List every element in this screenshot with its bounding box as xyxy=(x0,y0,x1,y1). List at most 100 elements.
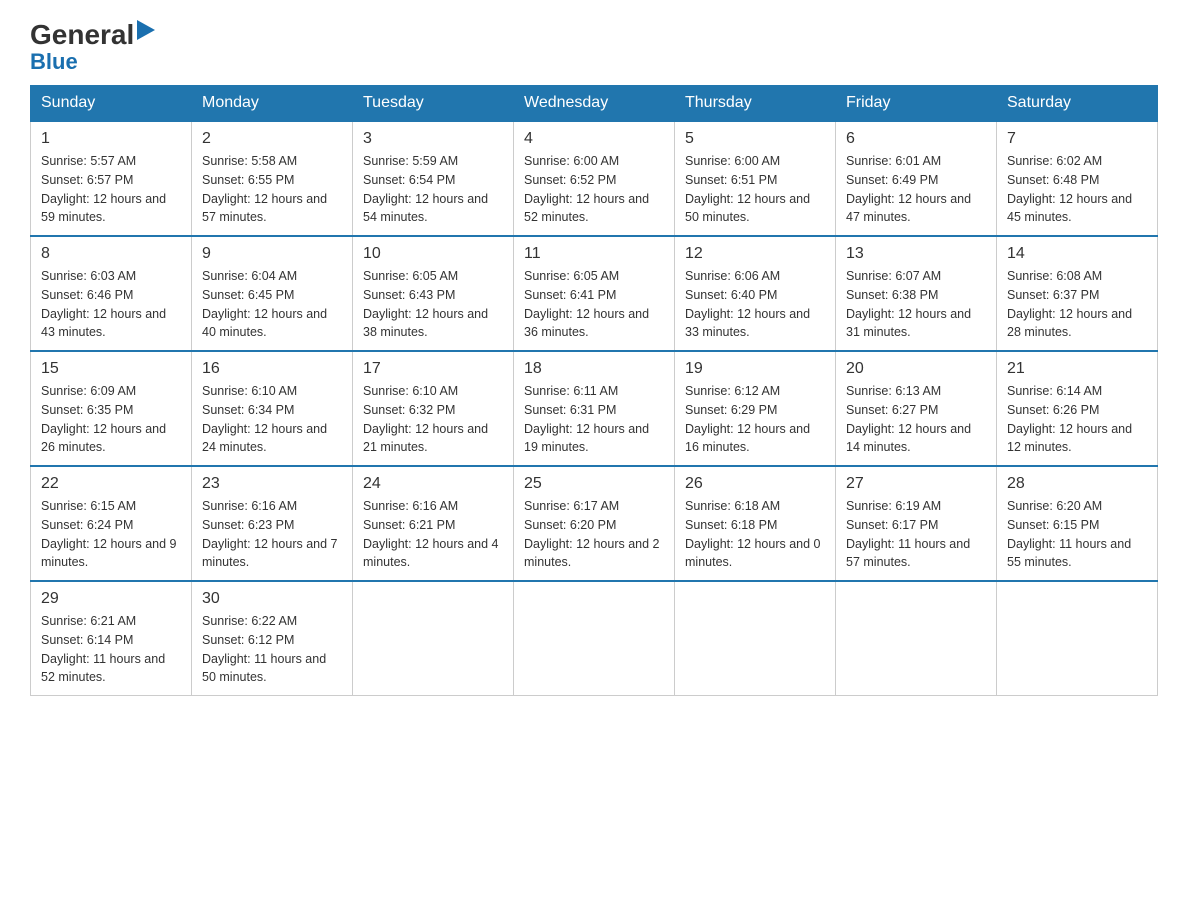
logo-blue: Blue xyxy=(30,49,78,74)
calendar-cell: 6 Sunrise: 6:01 AMSunset: 6:49 PMDaylight… xyxy=(836,121,997,236)
day-number: 12 xyxy=(685,245,825,263)
calendar-cell: 7 Sunrise: 6:02 AMSunset: 6:48 PMDaylight… xyxy=(997,121,1158,236)
calendar-cell: 13 Sunrise: 6:07 AMSunset: 6:38 PMDayligh… xyxy=(836,236,997,351)
calendar-cell: 18 Sunrise: 6:11 AMSunset: 6:31 PMDayligh… xyxy=(514,351,675,466)
day-number: 17 xyxy=(363,360,503,378)
day-number: 5 xyxy=(685,130,825,148)
calendar-cell xyxy=(675,581,836,696)
day-number: 18 xyxy=(524,360,664,378)
calendar-cell: 11 Sunrise: 6:05 AMSunset: 6:41 PMDayligh… xyxy=(514,236,675,351)
calendar-week-2: 8 Sunrise: 6:03 AMSunset: 6:46 PMDaylight… xyxy=(31,236,1158,351)
day-number: 16 xyxy=(202,360,342,378)
day-number: 6 xyxy=(846,130,986,148)
logo-arrow-icon xyxy=(137,20,155,45)
day-number: 24 xyxy=(363,475,503,493)
calendar-cell: 10 Sunrise: 6:05 AMSunset: 6:43 PMDayligh… xyxy=(353,236,514,351)
weekday-header-friday: Friday xyxy=(836,86,997,122)
calendar-cell: 23 Sunrise: 6:16 AMSunset: 6:23 PMDayligh… xyxy=(192,466,353,581)
day-info: Sunrise: 6:11 AMSunset: 6:31 PMDaylight:… xyxy=(524,382,664,457)
day-info: Sunrise: 6:02 AMSunset: 6:48 PMDaylight:… xyxy=(1007,152,1147,227)
day-info: Sunrise: 6:20 AMSunset: 6:15 PMDaylight:… xyxy=(1007,497,1147,572)
calendar-cell xyxy=(514,581,675,696)
calendar-cell: 5 Sunrise: 6:00 AMSunset: 6:51 PMDaylight… xyxy=(675,121,836,236)
calendar-cell: 15 Sunrise: 6:09 AMSunset: 6:35 PMDayligh… xyxy=(31,351,192,466)
calendar-cell: 16 Sunrise: 6:10 AMSunset: 6:34 PMDayligh… xyxy=(192,351,353,466)
day-info: Sunrise: 6:05 AMSunset: 6:41 PMDaylight:… xyxy=(524,267,664,342)
day-number: 26 xyxy=(685,475,825,493)
day-info: Sunrise: 6:07 AMSunset: 6:38 PMDaylight:… xyxy=(846,267,986,342)
calendar-cell: 3 Sunrise: 5:59 AMSunset: 6:54 PMDaylight… xyxy=(353,121,514,236)
day-info: Sunrise: 6:10 AMSunset: 6:34 PMDaylight:… xyxy=(202,382,342,457)
calendar-cell xyxy=(836,581,997,696)
calendar-cell: 22Sunrise: 6:15 AMSunset: 6:24 PMDayligh… xyxy=(31,466,192,581)
calendar-cell: 9 Sunrise: 6:04 AMSunset: 6:45 PMDaylight… xyxy=(192,236,353,351)
calendar-cell: 26Sunrise: 6:18 AMSunset: 6:18 PMDayligh… xyxy=(675,466,836,581)
day-number: 13 xyxy=(846,245,986,263)
calendar-cell: 1Sunrise: 5:57 AMSunset: 6:57 PMDaylight… xyxy=(31,121,192,236)
logo: General Blue xyxy=(30,20,155,75)
day-number: 9 xyxy=(202,245,342,263)
weekday-header-wednesday: Wednesday xyxy=(514,86,675,122)
calendar-table: SundayMondayTuesdayWednesdayThursdayFrid… xyxy=(30,85,1158,696)
calendar-week-4: 22Sunrise: 6:15 AMSunset: 6:24 PMDayligh… xyxy=(31,466,1158,581)
day-info: Sunrise: 6:16 AMSunset: 6:21 PMDaylight:… xyxy=(363,497,503,572)
weekday-header-tuesday: Tuesday xyxy=(353,86,514,122)
day-number: 28 xyxy=(1007,475,1147,493)
day-number: 25 xyxy=(524,475,664,493)
day-number: 10 xyxy=(363,245,503,263)
calendar-cell: 24 Sunrise: 6:16 AMSunset: 6:21 PMDayligh… xyxy=(353,466,514,581)
logo-general: General xyxy=(30,21,134,49)
day-info: Sunrise: 6:17 AMSunset: 6:20 PMDaylight:… xyxy=(524,497,664,572)
day-number: 4 xyxy=(524,130,664,148)
day-info: Sunrise: 6:06 AMSunset: 6:40 PMDaylight:… xyxy=(685,267,825,342)
calendar-cell: 17Sunrise: 6:10 AMSunset: 6:32 PMDayligh… xyxy=(353,351,514,466)
day-info: Sunrise: 6:16 AMSunset: 6:23 PMDaylight:… xyxy=(202,497,342,572)
calendar-cell: 28 Sunrise: 6:20 AMSunset: 6:15 PMDayligh… xyxy=(997,466,1158,581)
calendar-cell: 27 Sunrise: 6:19 AMSunset: 6:17 PMDayligh… xyxy=(836,466,997,581)
calendar-cell: 12 Sunrise: 6:06 AMSunset: 6:40 PMDayligh… xyxy=(675,236,836,351)
day-info: Sunrise: 6:12 AMSunset: 6:29 PMDaylight:… xyxy=(685,382,825,457)
day-number: 7 xyxy=(1007,130,1147,148)
day-number: 15 xyxy=(41,360,181,378)
calendar-cell xyxy=(353,581,514,696)
day-number: 27 xyxy=(846,475,986,493)
day-info: Sunrise: 6:00 AMSunset: 6:51 PMDaylight:… xyxy=(685,152,825,227)
day-info: Sunrise: 6:05 AMSunset: 6:43 PMDaylight:… xyxy=(363,267,503,342)
weekday-header-row: SundayMondayTuesdayWednesdayThursdayFrid… xyxy=(31,86,1158,122)
day-info: Sunrise: 6:09 AMSunset: 6:35 PMDaylight:… xyxy=(41,382,181,457)
calendar-week-1: 1Sunrise: 5:57 AMSunset: 6:57 PMDaylight… xyxy=(31,121,1158,236)
calendar-cell: 21 Sunrise: 6:14 AMSunset: 6:26 PMDayligh… xyxy=(997,351,1158,466)
calendar-cell: 14Sunrise: 6:08 AMSunset: 6:37 PMDayligh… xyxy=(997,236,1158,351)
day-info: Sunrise: 6:03 AMSunset: 6:46 PMDaylight:… xyxy=(41,267,181,342)
weekday-header-sunday: Sunday xyxy=(31,86,192,122)
page-header: General Blue xyxy=(30,20,1158,75)
calendar-cell: 4 Sunrise: 6:00 AMSunset: 6:52 PMDaylight… xyxy=(514,121,675,236)
day-number: 29 xyxy=(41,590,181,608)
day-number: 2 xyxy=(202,130,342,148)
day-info: Sunrise: 6:21 AMSunset: 6:14 PMDaylight:… xyxy=(41,612,181,687)
calendar-cell xyxy=(997,581,1158,696)
day-number: 23 xyxy=(202,475,342,493)
calendar-week-5: 29 Sunrise: 6:21 AMSunset: 6:14 PMDayligh… xyxy=(31,581,1158,696)
day-number: 3 xyxy=(363,130,503,148)
day-info: Sunrise: 6:14 AMSunset: 6:26 PMDaylight:… xyxy=(1007,382,1147,457)
day-info: Sunrise: 6:08 AMSunset: 6:37 PMDaylight:… xyxy=(1007,267,1147,342)
day-info: Sunrise: 6:00 AMSunset: 6:52 PMDaylight:… xyxy=(524,152,664,227)
calendar-week-3: 15 Sunrise: 6:09 AMSunset: 6:35 PMDayligh… xyxy=(31,351,1158,466)
weekday-header-thursday: Thursday xyxy=(675,86,836,122)
day-info: Sunrise: 5:58 AMSunset: 6:55 PMDaylight:… xyxy=(202,152,342,227)
day-number: 11 xyxy=(524,245,664,263)
day-info: Sunrise: 5:59 AMSunset: 6:54 PMDaylight:… xyxy=(363,152,503,227)
day-number: 8 xyxy=(41,245,181,263)
day-info: Sunrise: 5:57 AMSunset: 6:57 PMDaylight:… xyxy=(41,152,181,227)
weekday-header-saturday: Saturday xyxy=(997,86,1158,122)
day-info: Sunrise: 6:04 AMSunset: 6:45 PMDaylight:… xyxy=(202,267,342,342)
weekday-header-monday: Monday xyxy=(192,86,353,122)
day-number: 21 xyxy=(1007,360,1147,378)
day-info: Sunrise: 6:19 AMSunset: 6:17 PMDaylight:… xyxy=(846,497,986,572)
calendar-cell: 30Sunrise: 6:22 AMSunset: 6:12 PMDayligh… xyxy=(192,581,353,696)
calendar-cell: 8 Sunrise: 6:03 AMSunset: 6:46 PMDaylight… xyxy=(31,236,192,351)
day-info: Sunrise: 6:13 AMSunset: 6:27 PMDaylight:… xyxy=(846,382,986,457)
calendar-cell: 29 Sunrise: 6:21 AMSunset: 6:14 PMDayligh… xyxy=(31,581,192,696)
day-info: Sunrise: 6:01 AMSunset: 6:49 PMDaylight:… xyxy=(846,152,986,227)
